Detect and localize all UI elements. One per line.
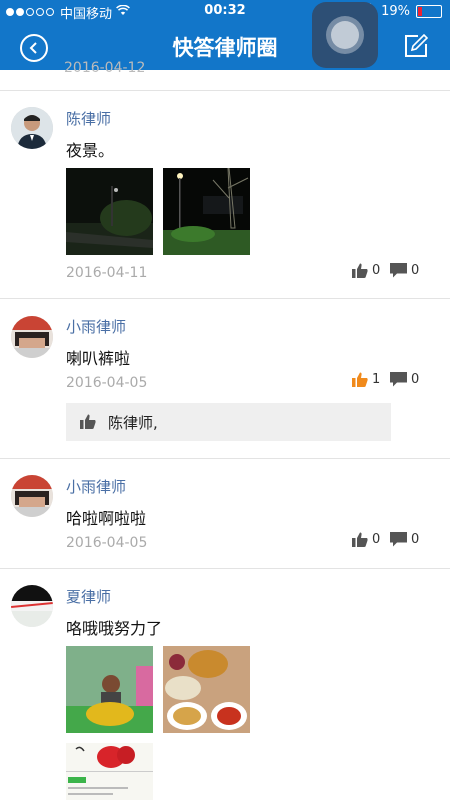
post-photo[interactable]	[66, 743, 153, 800]
battery-icon	[416, 4, 442, 18]
previous-post-remnant: 2016-04-12	[64, 60, 146, 76]
status-bar: 中国移动 00:32 19%	[0, 0, 450, 22]
battery-percent: 19%	[381, 3, 410, 19]
divider	[0, 90, 450, 91]
comment-button[interactable]: 0	[390, 263, 419, 278]
post-content: 喇叭裤啦	[66, 349, 131, 368]
page-title: 快答律师圈	[172, 36, 278, 60]
like-button[interactable]: 0	[352, 532, 380, 547]
comment-icon	[390, 263, 407, 278]
post-photo[interactable]	[163, 646, 250, 733]
edit-icon	[405, 33, 429, 57]
comment-icon	[390, 532, 407, 547]
comment-count: 0	[411, 532, 420, 547]
like-count: 0	[372, 532, 381, 547]
assistive-touch-button[interactable]	[312, 2, 378, 68]
comment-icon	[390, 372, 407, 387]
comment-count: 0	[411, 263, 420, 278]
thumbs-up-icon	[352, 372, 368, 387]
post-photo[interactable]	[163, 168, 250, 255]
comment-button[interactable]: 0	[390, 372, 419, 387]
author-name[interactable]: 小雨律师	[66, 316, 126, 337]
divider	[0, 298, 450, 299]
like-button[interactable]: 1	[352, 372, 380, 387]
post-photo[interactable]	[66, 646, 153, 733]
post-photo[interactable]	[66, 168, 153, 255]
divider	[0, 568, 450, 569]
avatar[interactable]	[11, 107, 53, 149]
comment-count: 0	[411, 372, 420, 387]
like-button[interactable]: 0	[352, 263, 380, 278]
thumbs-up-icon	[352, 532, 368, 547]
author-name[interactable]: 夏律师	[66, 586, 111, 607]
post-date: 2016-04-05	[66, 535, 148, 551]
post-content: 咯哦哦努力了	[66, 619, 163, 638]
post-date: 2016-04-11	[66, 265, 148, 281]
author-name[interactable]: 陈律师	[66, 108, 111, 129]
avatar[interactable]	[11, 475, 53, 517]
like-count: 1	[372, 372, 381, 387]
divider	[0, 458, 450, 459]
thumbs-up-icon	[80, 414, 96, 429]
avatar[interactable]	[11, 316, 53, 358]
compose-button[interactable]	[404, 33, 429, 58]
avatar[interactable]	[11, 585, 53, 627]
post-content: 哈啦啊啦啦	[66, 509, 147, 528]
comment-button[interactable]: 0	[390, 532, 419, 547]
likes-list: 陈律师,	[66, 403, 391, 441]
liked-by-names[interactable]: 陈律师,	[108, 412, 158, 433]
like-count: 0	[372, 263, 381, 278]
post-content: 夜景。	[66, 141, 115, 160]
author-name[interactable]: 小雨律师	[66, 476, 126, 497]
post-date: 2016-04-05	[66, 375, 148, 391]
thumbs-up-icon	[352, 263, 368, 278]
